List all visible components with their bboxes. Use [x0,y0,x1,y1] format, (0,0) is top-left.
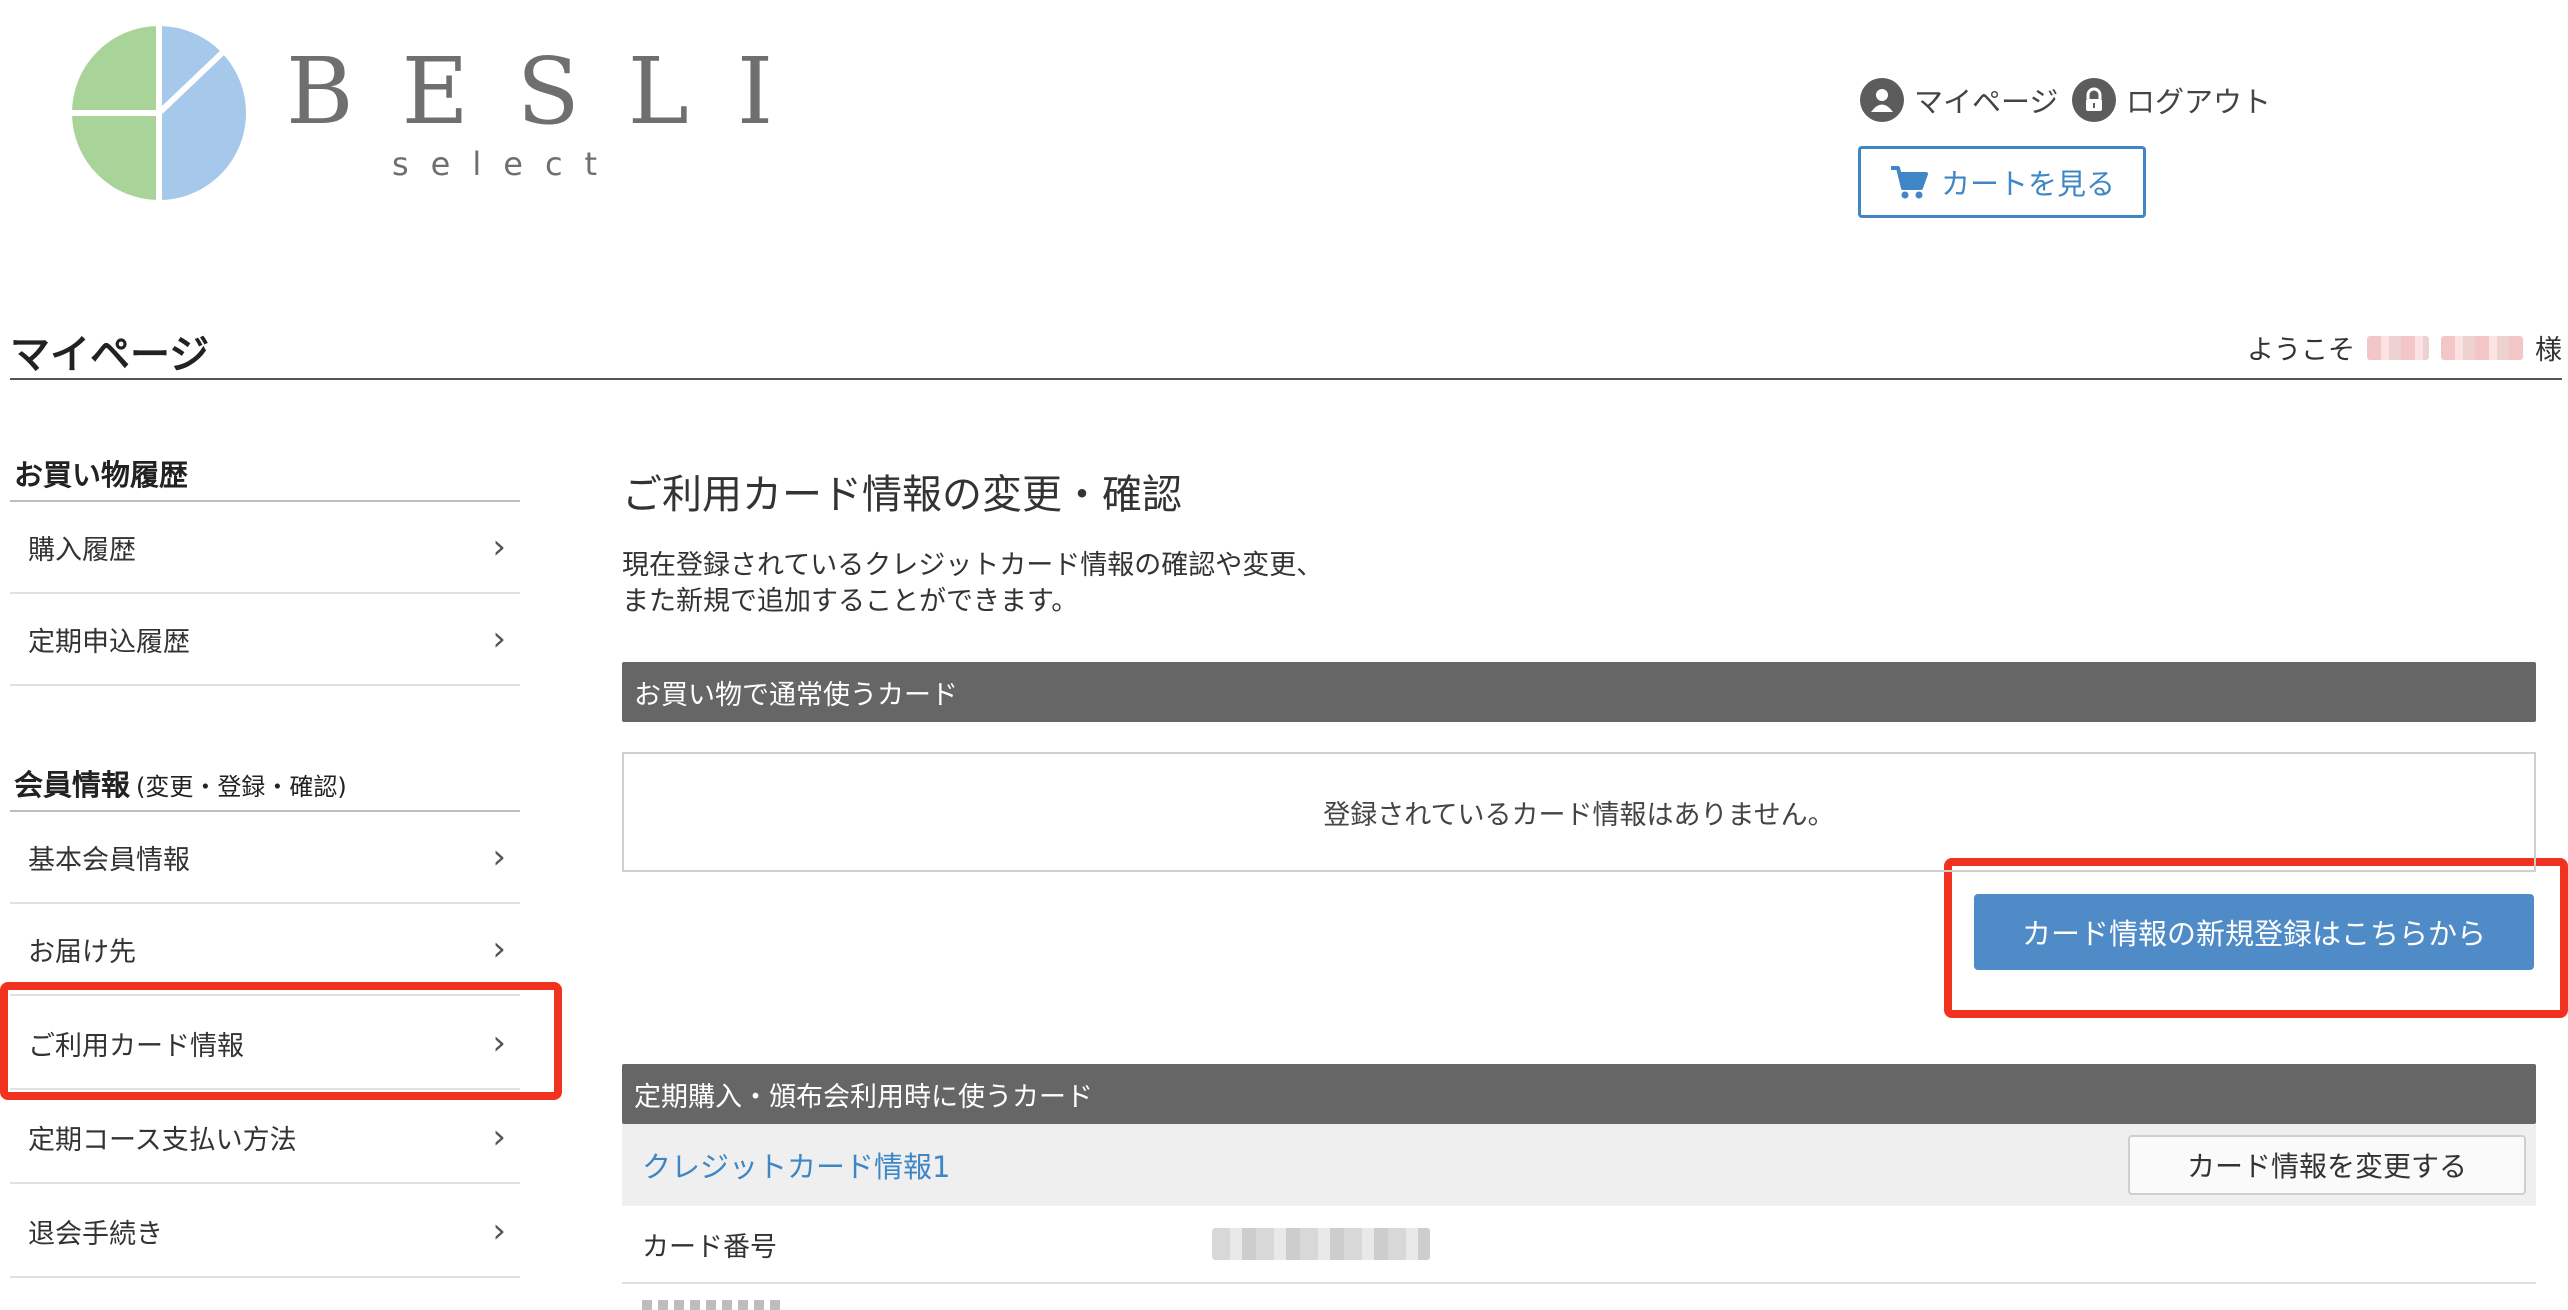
description-line: また新規で追加することができます。 [622,585,1079,617]
no-card-message: 登録されているカード情報はありません。 [622,752,2536,872]
sidebar-item-label: 基本会員情報 [28,844,190,876]
chevron-right-icon: › [492,1117,506,1157]
logout-link[interactable]: ログアウト [2072,78,2271,122]
view-cart-label: カートを見る [1940,167,2115,201]
description-line: 現在登録されているクレジットカード情報の確認や変更、 [622,550,1324,581]
main-title: ご利用カード情報の変更・確認 [622,472,1182,518]
sidebar-item-label: 定期申込履歴 [28,626,190,658]
description: 現在登録されているクレジットカード情報の確認や変更、 また新規で追加することがで… [622,548,1323,620]
sidebar-item-label: お届け先 [28,936,136,968]
highlight-box [0,982,562,1100]
chevron-right-icon: › [492,1211,506,1251]
regular-card-header: お買い物で通常使うカード [622,662,2536,722]
chevron-right-icon: › [492,619,506,659]
cut-off-text [642,1300,782,1310]
welcome-message: ようこそ 様 [2247,328,2562,367]
card-number-label: カード番号 [642,1231,777,1263]
chevron-right-icon: › [492,527,506,567]
blurred-card-number [1212,1228,1430,1260]
card-info-1-link[interactable]: クレジットカード情報1 [642,1144,950,1186]
cut-off-row [622,1286,2536,1310]
card-number-row: カード番号 [622,1206,2536,1284]
welcome-suffix: 様 [2535,335,2562,366]
change-card-button[interactable]: カード情報を変更する [2128,1135,2526,1195]
sidebar-section-purchase-history: お買い物履歴 [14,458,189,492]
logo-subtitle: select [392,145,620,183]
mypage-link-label: マイページ [1914,85,2059,119]
cart-icon [1890,166,1928,199]
blurred-user-name [2441,335,2523,360]
page: BESLI select マイページ ログアウト カートを見る マイページ よう… [0,0,2568,1310]
blurred-user-name [2367,335,2429,360]
register-card-button[interactable]: カード情報の新規登録はこちらから [1974,894,2534,970]
sidebar-item-subscription-payment[interactable]: 定期コース支払い方法 › [10,1092,520,1184]
sidebar-section-member-info: 会員情報 (変更・登録・確認) [14,762,347,804]
sidebar-section-title: 会員情報 [14,768,131,802]
user-icon [1860,78,1904,122]
welcome-prefix: ようこそ [2247,335,2355,366]
divider [10,378,2562,380]
logo-wordmark[interactable]: BESLI [286,46,821,138]
sidebar-item-basic-member-info[interactable]: 基本会員情報 › [10,812,520,904]
logout-link-label: ログアウト [2126,85,2272,119]
chevron-right-icon: › [492,929,506,969]
chevron-right-icon: › [492,837,506,877]
page-title: マイページ [10,332,210,378]
view-cart-button[interactable]: カートを見る [1858,146,2146,218]
sidebar-item-label: 退会手続き [28,1218,163,1250]
subscription-card-header: 定期購入・頒布会利用時に使うカード [622,1064,2536,1124]
sidebar-item-label: 定期コース支払い方法 [28,1124,297,1156]
lock-icon [2072,78,2116,122]
mypage-link[interactable]: マイページ [1860,78,2058,122]
sidebar-item-subscription-history[interactable]: 定期申込履歴 › [10,594,520,686]
sidebar-item-label: 購入履歴 [28,534,136,566]
sidebar-section-note: (変更・登録・確認) [136,773,347,801]
card-info-row: クレジットカード情報1 カード情報を変更する [622,1124,2536,1206]
pie-logo-icon[interactable] [72,26,246,200]
sidebar-item-purchase-history[interactable]: 購入履歴 › [10,502,520,594]
sidebar-item-withdrawal[interactable]: 退会手続き › [10,1186,520,1278]
